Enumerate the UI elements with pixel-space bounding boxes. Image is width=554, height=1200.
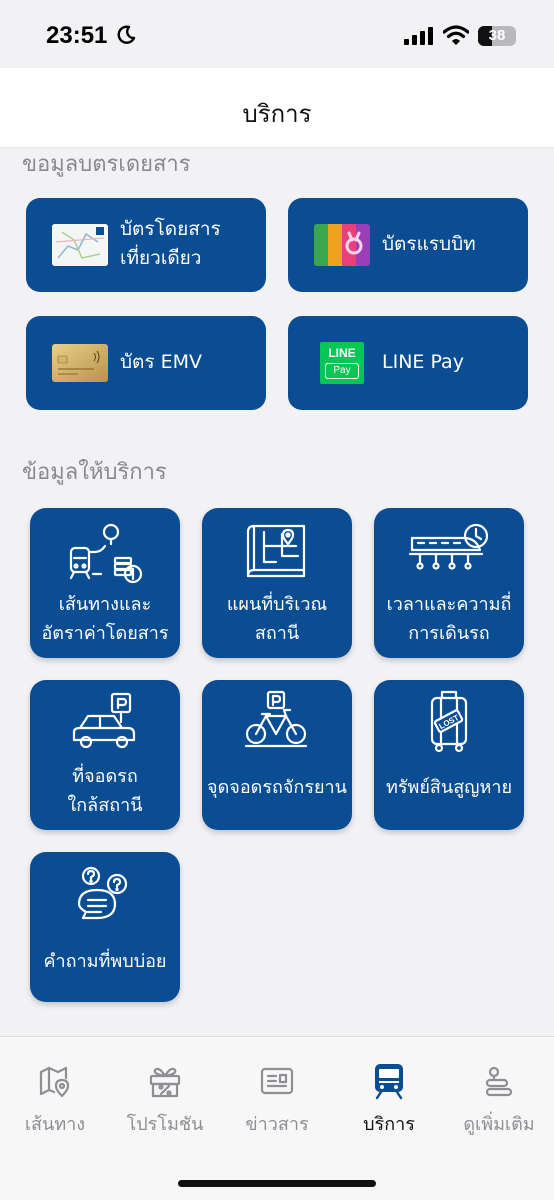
battery-text: 38	[488, 27, 506, 44]
signal-icon	[404, 27, 433, 45]
status-bar: 23:51 38	[0, 0, 554, 68]
moon-icon	[117, 25, 136, 44]
card-label-line1: บัตรโดยสาร	[120, 218, 221, 240]
line-pay-icon: LINE Pay	[320, 342, 364, 384]
bicycle-parking-icon	[202, 690, 352, 752]
gift-percent-icon	[110, 1061, 220, 1101]
card-label: บัตรโดยสาร เที่ยวเดียว	[120, 215, 256, 273]
nav-header: บริการ	[0, 68, 554, 148]
tile-schedule[interactable]: เวลาและความถี่ การเดินรถ	[374, 508, 524, 658]
tile-label-line1: ที่จอดรถ	[72, 766, 138, 787]
section-title-services: ข้อมูลให้บริการ	[22, 460, 167, 485]
tile-bicycle-parking[interactable]: จุดจอดรถจักรยาน	[202, 680, 352, 830]
card-rabbit[interactable]: บัตรแรบบิท	[288, 198, 528, 292]
card-line-pay[interactable]: LINE Pay LINE Pay	[288, 316, 528, 410]
tile-label: เวลาและความถี่ การเดินรถ	[378, 590, 520, 648]
card-emv[interactable]: บัตร EMV	[26, 316, 266, 410]
tile-label-line1: แผนที่บริเวณ	[226, 594, 328, 615]
page-title: บริการ	[242, 100, 312, 128]
tile-car-parking[interactable]: ที่จอดรถ ใกล้สถานี	[30, 680, 180, 830]
tile-label-line2: การเดินรถ	[408, 623, 490, 644]
tab-label: เส้นทาง	[24, 1114, 86, 1135]
tile-label: แผนที่บริเวณ สถานี	[206, 590, 348, 648]
battery-indicator: 38	[478, 26, 516, 46]
tile-label-line2: สถานี	[254, 623, 300, 644]
tab-promotion[interactable]: โปรโมชัน	[110, 1061, 220, 1141]
line-pay-logo-line2: Pay	[325, 363, 359, 379]
tab-services[interactable]: บริการ	[334, 1061, 444, 1141]
section-title-cards: ขอมูลบตรเดยสาร	[22, 152, 191, 177]
card-label: บัตรแรบบิท	[382, 233, 476, 255]
home-indicator	[178, 1180, 376, 1187]
tile-label: เส้นทางและ อัตราค่าโดยสาร	[34, 590, 176, 648]
tile-label-line2: ใกล้สถานี	[67, 795, 143, 816]
car-parking-icon	[30, 692, 180, 754]
tile-label: จุดจอดรถจักรยาน	[207, 777, 347, 798]
lost-luggage-icon: LOST	[374, 688, 524, 754]
card-label-line2: เที่ยวเดียว	[120, 247, 202, 269]
tab-route[interactable]: เส้นทาง	[0, 1061, 110, 1141]
tab-label: ข่าวสาร	[245, 1114, 309, 1135]
train-icon	[334, 1061, 444, 1101]
route-fare-icon	[30, 518, 180, 590]
tile-faq[interactable]: คำถามที่พบบ่อย	[30, 852, 180, 1002]
status-time: 23:51	[46, 22, 108, 49]
station-map-icon	[202, 522, 352, 582]
more-icon	[444, 1061, 554, 1101]
train-schedule-icon	[374, 520, 524, 580]
card-single-journey[interactable]: บัตรโดยสาร เที่ยวเดียว	[26, 198, 266, 292]
tab-label: โปรโมชัน	[126, 1114, 204, 1135]
tab-news[interactable]: ข่าวสาร	[222, 1061, 332, 1141]
tab-label: บริการ	[363, 1114, 415, 1135]
tile-label: ที่จอดรถ ใกล้สถานี	[34, 762, 176, 820]
tab-bar: เส้นทาง โปรโมชัน ข่าวสาร บริการ ดูเพิ่มเ…	[0, 1036, 554, 1200]
services-content[interactable]: ขอมูลบตรเดยสาร บัตรโดยสาร เที่ยวเดียว บั…	[0, 148, 554, 1036]
tile-label-line2: อัตราค่าโดยสาร	[41, 623, 169, 644]
tile-label: ทรัพย์สินสูญหาย	[385, 777, 513, 798]
tile-label: คำถามที่พบบ่อย	[43, 951, 167, 972]
rabbit-card-icon	[314, 224, 370, 266]
line-pay-logo-line1: LINE	[328, 346, 356, 360]
tile-station-map[interactable]: แผนที่บริเวณ สถานี	[202, 508, 352, 658]
tile-lost-found[interactable]: LOST ทรัพย์สินสูญหาย	[374, 680, 524, 830]
single-journey-card-icon	[52, 224, 108, 266]
faq-chat-icon	[30, 866, 180, 922]
emv-card-icon	[52, 344, 108, 382]
card-label: บัตร EMV	[120, 351, 203, 373]
tile-label-line1: เวลาและความถี่	[386, 594, 512, 615]
news-icon	[222, 1061, 332, 1101]
wifi-icon	[443, 25, 469, 45]
tab-more[interactable]: ดูเพิ่มเติม	[444, 1061, 554, 1141]
tile-route-fare[interactable]: เส้นทางและ อัตราค่าโดยสาร	[30, 508, 180, 658]
card-label: LINE Pay	[382, 351, 464, 373]
tile-label-line1: เส้นทางและ	[58, 594, 152, 615]
map-pin-icon	[0, 1061, 110, 1101]
tab-label: ดูเพิ่มเติม	[463, 1114, 535, 1135]
